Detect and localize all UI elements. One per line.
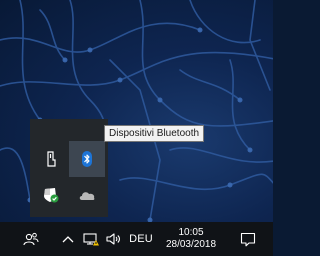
clock-time: 10:05 bbox=[178, 227, 204, 238]
chevron-up-icon bbox=[62, 236, 74, 243]
input-language-button[interactable]: DEU bbox=[127, 222, 155, 256]
windows-defender-button[interactable] bbox=[33, 177, 69, 213]
bluetooth-icon bbox=[82, 151, 92, 167]
network-warning-icon bbox=[83, 233, 99, 246]
people-icon bbox=[23, 232, 39, 246]
network-button[interactable] bbox=[80, 222, 102, 256]
show-hidden-icons-button[interactable] bbox=[57, 222, 79, 256]
onedrive-icon bbox=[79, 192, 95, 200]
action-center-button[interactable] bbox=[235, 222, 261, 256]
bluetooth-tooltip: Dispositivi Bluetooth bbox=[104, 125, 205, 142]
taskbar: DEU 10:05 28/03/2018 bbox=[0, 222, 273, 256]
notification-overflow-panel bbox=[30, 119, 108, 217]
clock-date: 28/03/2018 bbox=[165, 239, 217, 250]
volume-button[interactable] bbox=[102, 222, 124, 256]
onedrive-button[interactable] bbox=[69, 177, 105, 213]
windows-ink-button[interactable] bbox=[33, 141, 69, 177]
people-button[interactable] bbox=[20, 222, 42, 256]
clock-button[interactable]: 10:05 28/03/2018 bbox=[162, 222, 220, 256]
speaker-volume-icon bbox=[106, 233, 120, 245]
windows-ink-pen-icon bbox=[47, 151, 56, 167]
action-center-icon bbox=[240, 232, 256, 246]
windows-defender-icon bbox=[44, 188, 59, 203]
bluetooth-devices-button[interactable] bbox=[69, 141, 105, 177]
